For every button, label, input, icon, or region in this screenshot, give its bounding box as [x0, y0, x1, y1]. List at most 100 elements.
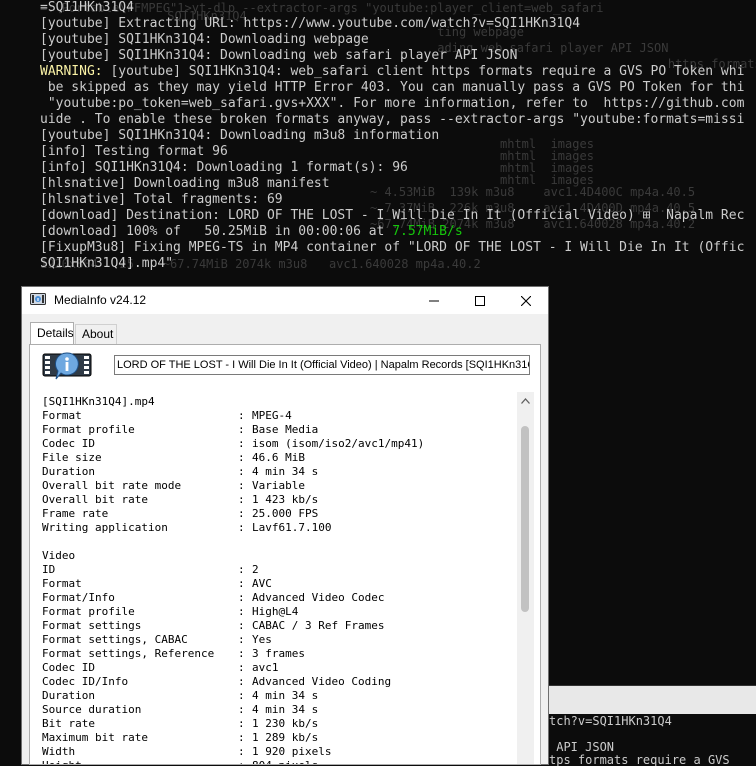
scroll-up-button[interactable]	[517, 392, 534, 409]
minimize-button[interactable]	[411, 287, 457, 314]
report-key: Format profile	[42, 605, 135, 618]
report-colon: :	[238, 479, 245, 492]
report-colon: :	[238, 689, 245, 702]
report-value: 1 423 kb/s	[252, 493, 319, 506]
terminal-line-text: [youtube] SQI1HKn31Q4: Downloading web s…	[40, 48, 518, 63]
report-value: Advanced Video Coding	[252, 675, 392, 688]
terminal-line: uide . To enable these broken formats an…	[40, 112, 744, 128]
terminal-line: [youtube] Extracting URL: https://www.yo…	[40, 16, 580, 32]
report-value: 4 min 34 s	[252, 689, 319, 702]
report-key: Codec ID/Info	[42, 675, 129, 688]
report-key: Format profile	[42, 423, 135, 436]
terminal-line-text: [youtube] SQI1HKn31Q4: Downloading m3u8 …	[40, 128, 440, 143]
report-key: Maximum bit rate	[42, 731, 148, 744]
report-key: Format/Info	[42, 591, 115, 604]
terminal-line: [download] Destination: LORD OF THE LOST…	[40, 208, 744, 224]
terminal-line: "youtube:po_token=web_safari.gvs+XXX". F…	[40, 96, 745, 112]
report-key: Format settings	[42, 619, 142, 632]
report-file-line: [SQI1HKn31Q4].mp4	[42, 395, 155, 408]
report-value: Base Media	[252, 423, 319, 436]
report-scrollbar[interactable]	[517, 392, 534, 764]
report-key: Overall bit rate mode	[42, 479, 182, 492]
report-colon: :	[238, 675, 245, 688]
report-colon: :	[238, 605, 245, 618]
terminal-line-text: [hlsnative] Downloading m3u8 manifest	[40, 176, 330, 191]
report-key: Format settings, CABAC	[42, 633, 188, 646]
report-value: 804 pixels	[252, 759, 318, 764]
report-key: Codec ID	[42, 437, 95, 450]
report-value: 1 289 kb/s	[252, 731, 319, 744]
report-value: 3 frames	[252, 647, 305, 660]
report-value: CABAC / 3 Ref Frames	[252, 619, 385, 632]
terminal-line: =SQI1HKn31Q4	[40, 0, 134, 16]
report-key: Format settings, Reference	[42, 647, 215, 660]
terminal-line: [youtube] SQI1HKn31Q4: Downloading webpa…	[40, 32, 369, 48]
report-colon: :	[238, 759, 245, 764]
window-titlebar[interactable]: MediaInfo v24.12	[22, 287, 548, 314]
media-report[interactable]: [SQI1HKn31Q4].mp4 Format: MPEG-4 Format pro…	[42, 395, 512, 764]
report-key: Bit rate	[42, 717, 95, 730]
report-colon: :	[238, 745, 245, 758]
terminal-line: [info] SQI1HKn31Q4: Downloading 1 format…	[40, 160, 408, 176]
report-value: MPEG-4	[252, 409, 292, 422]
report-value: Variable	[252, 479, 305, 492]
terminal-line-text: [FixupM3u8] Fixing MPEG-TS in MP4 contai…	[40, 240, 745, 255]
report-colon: :	[238, 563, 245, 576]
report-colon: :	[238, 465, 245, 478]
tab-about[interactable]: About	[75, 324, 117, 344]
report-key: File size	[42, 451, 102, 464]
scroll-thumb[interactable]	[521, 426, 529, 612]
mediainfo-app-icon	[30, 293, 46, 305]
details-panel: LORD OF THE LOST - I Will Die In It (Off…	[29, 344, 541, 765]
chevron-up-icon	[521, 397, 530, 404]
report-key: Duration	[42, 689, 95, 702]
report-value: AVC	[252, 577, 272, 590]
report-colon: :	[238, 437, 245, 450]
report-value: Lavf61.7.100	[252, 521, 332, 534]
report-colon: :	[238, 647, 245, 660]
report-colon: :	[238, 493, 245, 506]
report-colon: :	[238, 521, 245, 534]
report-colon: :	[238, 423, 245, 436]
terminal-line: WARNING: [youtube] SQI1HKn31Q4: web_safa…	[40, 64, 744, 80]
terminal-line-text: [download] 100% of 50.25MiB in 00:00:06 …	[40, 224, 393, 239]
report-section-heading: Video	[42, 549, 76, 562]
terminal-line: [info] Testing format 96	[40, 144, 228, 160]
filename-field[interactable]: LORD OF THE LOST - I Will Die In It (Off…	[114, 355, 530, 375]
terminal-line: SQI1HKn31Q4].mp4"	[40, 256, 173, 272]
terminal-line-text: [info] Testing format 96	[40, 144, 228, 159]
report-value: 4 min 34 s	[252, 465, 319, 478]
terminal-line-text: =SQI1HKn31Q4	[40, 0, 134, 15]
terminal-line: [download] 100% of 50.25MiB in 00:00:06 …	[40, 224, 463, 240]
terminal-line: [youtube] SQI1HKn31Q4: Downloading web s…	[40, 48, 517, 64]
close-button[interactable]	[503, 287, 549, 314]
terminal-line-text: uide . To enable these broken formats an…	[40, 112, 745, 127]
maximize-icon	[475, 295, 485, 306]
report-value: Yes	[252, 633, 272, 646]
report-value: 2	[252, 563, 259, 576]
close-icon	[521, 295, 531, 306]
report-value: isom (isom/iso2/avc1/mp41)	[252, 437, 425, 450]
report-colon: :	[238, 731, 245, 744]
terminal-line-text: SQI1HKn31Q4].mp4"	[40, 256, 174, 271]
report-key: Format	[42, 409, 82, 422]
report-colon: :	[238, 507, 245, 520]
second-terminal-titlebar[interactable]	[549, 686, 756, 714]
terminal-line-text: [hlsnative] Total fragments: 69	[40, 192, 283, 207]
terminal-line-text: be skipped as they may yield HTTP Error …	[40, 80, 745, 95]
terminal-line: be skipped as they may yield HTTP Error …	[40, 80, 745, 96]
report-value: 46.6 MiB	[252, 451, 305, 464]
terminal-line: [hlsnative] Total fragments: 69	[40, 192, 283, 208]
ghost-line: ~ 4.53MiB 139k m3u8 avc1.4D400C mp4a.40.…	[370, 185, 696, 199]
report-value: Advanced Video Codec	[252, 591, 385, 604]
second-terminal-line: tps formats require a GVS	[549, 753, 730, 766]
maximize-button[interactable]	[457, 287, 503, 314]
second-terminal-window: tch?v=SQI1HKn31Q4 API JSON tps formats re…	[549, 685, 756, 766]
report-colon: :	[238, 591, 245, 604]
report-key: Frame rate	[42, 507, 109, 520]
report-value: 4 min 34 s	[252, 703, 319, 716]
terminal-line-text: [download] Destination: LORD OF THE LOST…	[40, 208, 745, 223]
minimize-icon	[429, 300, 439, 301]
tab-details[interactable]: Details	[30, 322, 74, 345]
report-colon: :	[238, 451, 245, 464]
